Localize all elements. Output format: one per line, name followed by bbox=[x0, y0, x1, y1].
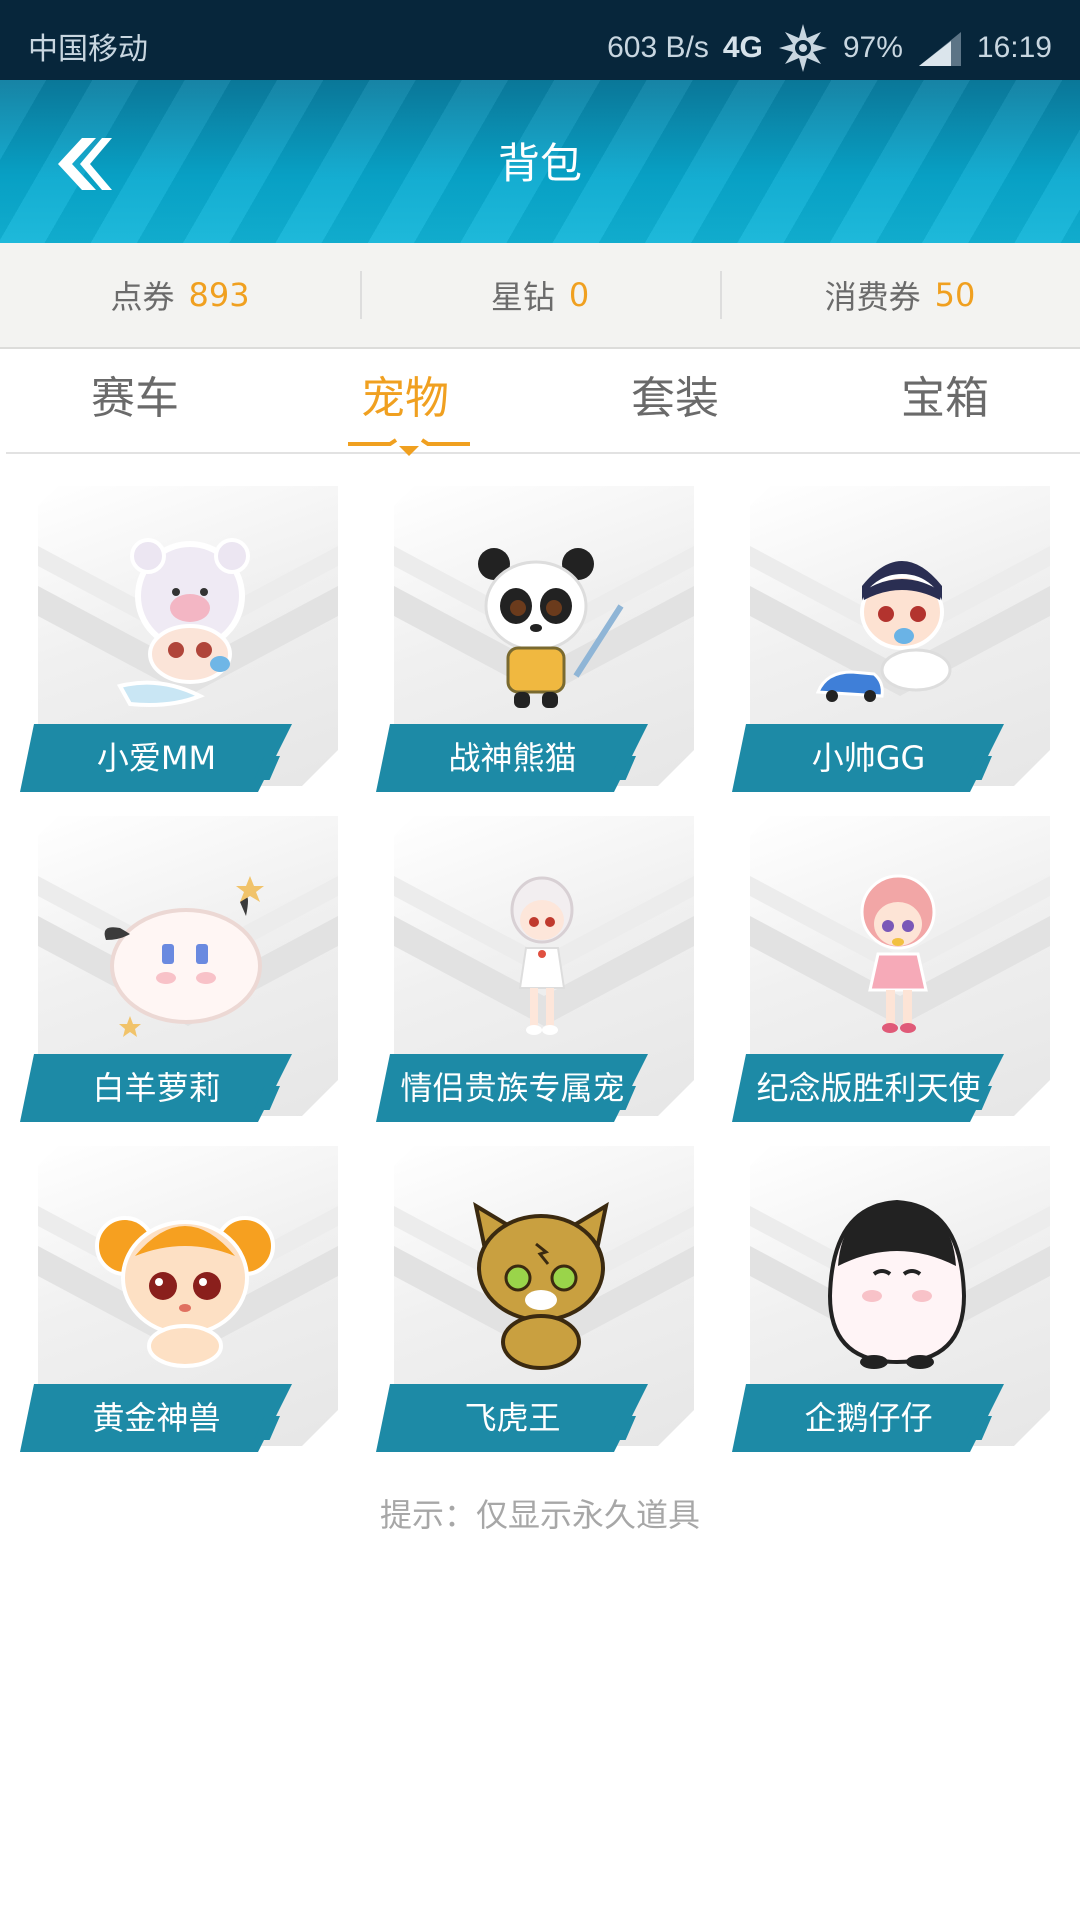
orange-hamster-pet-icon bbox=[95, 1216, 275, 1368]
currency-dianquan: 点券 893 bbox=[0, 243, 360, 347]
battery-level: 97% bbox=[842, 31, 903, 64]
network-speed: 603 B/s bbox=[607, 31, 709, 64]
pet-card[interactable]: 白羊萝莉 bbox=[20, 816, 340, 1122]
page-title: 背包 bbox=[497, 139, 582, 188]
pet-card[interactable]: 情侣贵族专属宠 bbox=[376, 816, 696, 1122]
pet-card[interactable]: 战神熊猫 bbox=[376, 486, 696, 792]
panda-sword-pet-icon bbox=[478, 548, 624, 708]
tab-chests[interactable]: 宝箱 bbox=[810, 349, 1080, 452]
tab-outfits[interactable]: 套装 bbox=[540, 349, 810, 452]
clock: 16:19 bbox=[976, 31, 1052, 64]
currency-label: 点券 bbox=[110, 278, 175, 316]
pet-name: 纪念版胜利天使 bbox=[756, 1069, 981, 1107]
pet-name: 战神熊猫 bbox=[448, 739, 577, 777]
pet-card[interactable]: 飞虎王 bbox=[376, 1146, 696, 1452]
pet-card[interactable]: 黄金神兽 bbox=[20, 1146, 340, 1452]
status-indicators: 603 B/s 4G 97% 16:19 bbox=[607, 22, 1052, 74]
baby-boy-car-pet-icon bbox=[815, 561, 952, 702]
pink-hair-girl-pet-icon bbox=[860, 874, 936, 1033]
status-bar: 中国移动 603 B/s 4G 97% 16:19 bbox=[0, 0, 1080, 80]
active-tab-indicator bbox=[348, 438, 470, 456]
carrier-name: 中国移动 bbox=[28, 33, 148, 66]
category-tabs: 赛车 宠物 套装 宝箱 bbox=[0, 349, 1080, 452]
gear-icon bbox=[778, 24, 827, 72]
pet-name: 情侣贵族专属宠 bbox=[400, 1069, 625, 1107]
pet-name: 白羊萝莉 bbox=[92, 1069, 221, 1107]
pet-name: 黄金神兽 bbox=[92, 1399, 221, 1437]
currency-xingzuan: 星钻 0 bbox=[360, 243, 720, 347]
signal-strength-icon bbox=[918, 32, 961, 66]
currency-value: 50 bbox=[934, 276, 976, 314]
tiger-cub-pet-icon bbox=[473, 1201, 609, 1370]
pet-card[interactable]: 企鹅仔仔 bbox=[732, 1146, 1052, 1452]
pet-card[interactable]: 小爱MM bbox=[20, 486, 340, 792]
currency-value: 893 bbox=[188, 276, 250, 314]
currency-bar: 点券 893 星钻 0 消费券 50 bbox=[0, 243, 1080, 349]
currency-xiaofeiquan: 消费券 50 bbox=[720, 243, 1080, 347]
tab-cars[interactable]: 赛车 bbox=[0, 349, 270, 452]
currency-label: 消费券 bbox=[824, 278, 921, 316]
tab-divider bbox=[6, 452, 1080, 454]
hint-text: 提示：仅显示永久道具 bbox=[379, 1496, 700, 1534]
fluffy-sheep-pet-icon bbox=[104, 876, 264, 1037]
pet-card[interactable]: 小帅GG bbox=[732, 486, 1052, 792]
currency-label: 星钻 bbox=[490, 278, 555, 316]
pet-name: 小帅GG bbox=[811, 739, 926, 777]
pet-name: 企鹅仔仔 bbox=[804, 1399, 933, 1437]
currency-value: 0 bbox=[568, 276, 590, 314]
app-screen: 中国移动 603 B/s 4G 97% 16:19 背包 点券 893 星钻 0… bbox=[0, 0, 1080, 1920]
network-type: 4G bbox=[722, 31, 763, 64]
pet-name: 飞虎王 bbox=[464, 1399, 561, 1437]
penguin-pet-icon bbox=[827, 1199, 967, 1369]
bear-hat-girl-pet-icon bbox=[116, 538, 250, 707]
app-header: 背包 bbox=[0, 80, 1080, 243]
white-hair-girl-pet-icon bbox=[510, 876, 574, 1035]
pet-card[interactable]: 纪念版胜利天使 bbox=[732, 816, 1052, 1122]
pet-name: 小爱MM bbox=[96, 739, 217, 777]
